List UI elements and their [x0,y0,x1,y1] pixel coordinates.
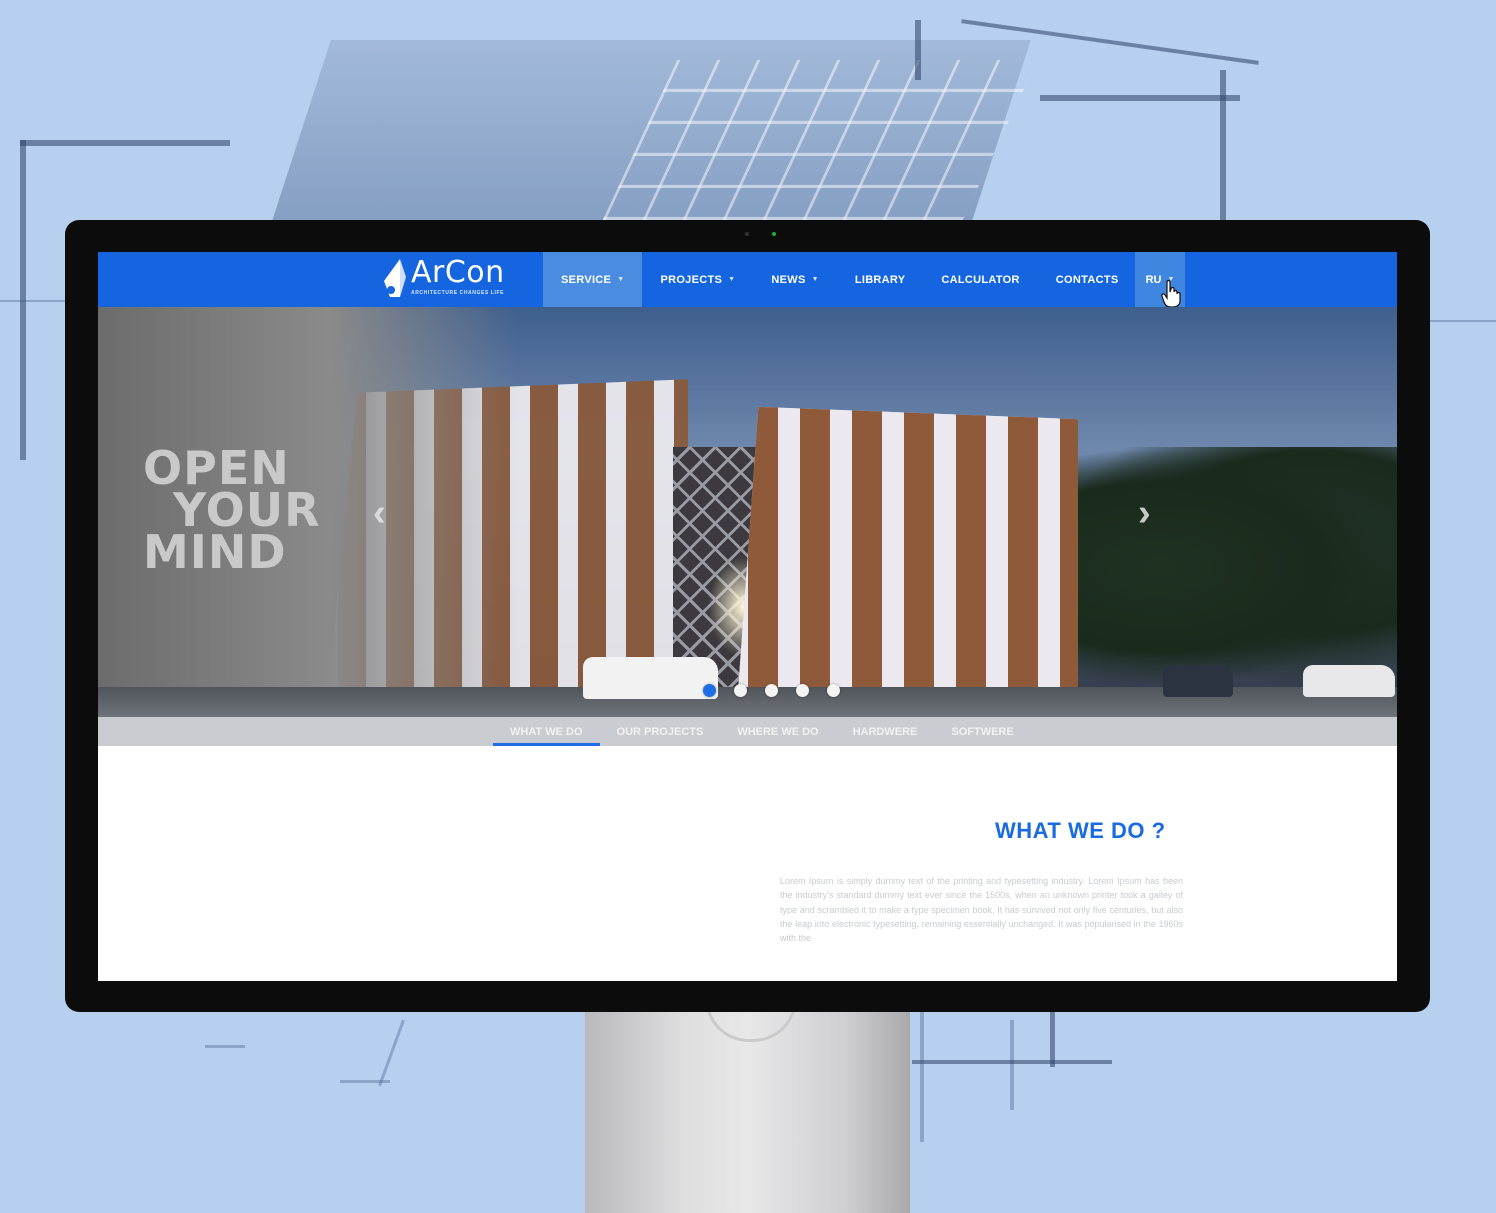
hero-headline: OPEN YOUR MIND [143,445,321,579]
slider-dots [703,684,840,697]
slider-prev-arrow-icon[interactable]: ‹ [373,492,386,535]
nav-calculator[interactable]: CALCULATOR [923,252,1037,307]
section-title: WHAT WE DO ? [995,818,1166,843]
brand-name: ArCon [411,255,505,290]
hero-van [583,657,718,699]
website-screen: ArCon ARCHITECTURE CHANGES LIFE SERVICE … [98,252,1397,981]
slider-dot[interactable] [827,684,840,697]
nav-news[interactable]: NEWS ▼ [753,252,836,307]
slider-dot[interactable] [765,684,778,697]
slider-dot[interactable] [703,684,716,697]
nav-projects-label: PROJECTS [660,273,723,286]
tab-what-we-do[interactable]: WHAT WE DO [493,717,600,746]
slider-dot[interactable] [796,684,809,697]
hero-trees [1057,447,1397,687]
chevron-down-icon: ▼ [617,276,625,283]
nav-news-label: NEWS [771,273,806,286]
hero-car-white [1303,665,1395,697]
webcam-icon [745,232,749,236]
top-navbar: ArCon ARCHITECTURE CHANGES LIFE SERVICE … [98,252,1397,308]
hero-building-right [738,406,1078,692]
webcam-led-icon [772,232,776,236]
main-menu: SERVICE ▼ PROJECTS ▼ NEWS ▼ LIBRARY CALC… [543,252,1136,307]
slider-next-arrow-icon[interactable]: › [1138,492,1151,535]
nav-contacts[interactable]: CONTACTS [1038,252,1137,307]
tab-where-we-do[interactable]: WHERE WE DO [720,717,835,746]
nav-library-label: LIBRARY [854,273,906,286]
nav-library[interactable]: LIBRARY [837,252,924,307]
tab-hardwere[interactable]: HARDWERE [836,717,935,746]
nav-projects[interactable]: PROJECTS ▼ [642,252,753,307]
building-model-grid [602,60,1038,220]
hero-headline-line3: MIND [143,525,287,579]
tab-softwere[interactable]: SOFTWERE [934,717,1030,746]
nav-calculator-label: CALCULATOR [941,273,1020,286]
brand-tagline: ARCHITECTURE CHANGES LIFE [411,290,505,296]
section-tabs: WHAT WE DO OUR PROJECTS WHERE WE DO HARD… [98,717,1397,746]
nav-service-label: SERVICE [561,273,612,286]
section-body: Lorem Ipsum is simply dummy text of the … [780,876,1183,944]
nav-service[interactable]: SERVICE ▼ [543,252,643,307]
hand-pointer-icon [1161,280,1181,308]
chevron-down-icon: ▼ [728,276,736,283]
slider-dot[interactable] [734,684,747,697]
arcon-logo-icon [384,259,406,297]
tab-our-projects[interactable]: OUR PROJECTS [600,717,721,746]
language-current: RU [1145,273,1162,286]
chevron-down-icon: ▼ [811,276,819,283]
hero-slider: OPEN YOUR MIND ‹ › [98,307,1397,717]
hero-car-dark [1163,665,1233,697]
nav-contacts-label: CONTACTS [1055,273,1119,286]
